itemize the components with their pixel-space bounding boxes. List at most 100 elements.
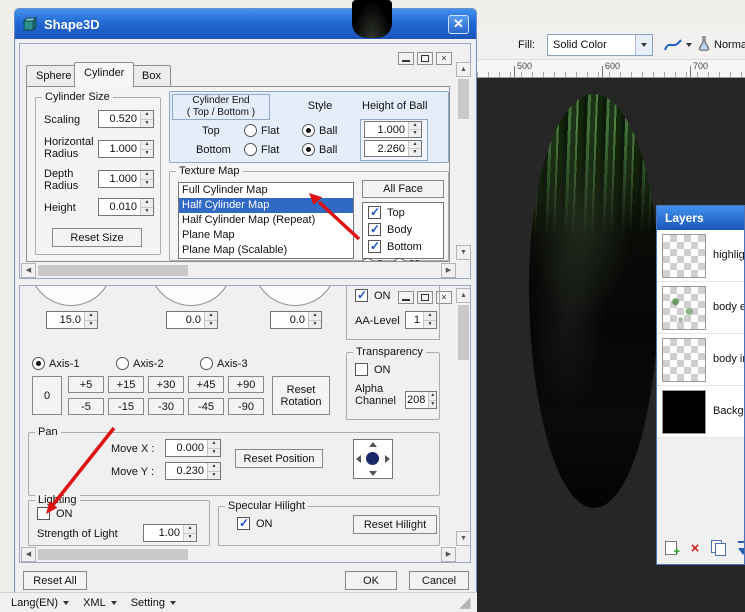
delete-layer-button[interactable]: × <box>685 538 705 558</box>
layer-row[interactable]: Background <box>657 386 744 438</box>
height-spinner[interactable]: 0.010 ▲ ▼ <box>98 198 154 216</box>
spin-down-icon[interactable]: ▼ <box>141 118 153 127</box>
face-body-checkbox[interactable] <box>368 222 381 236</box>
rotation-dial[interactable] <box>148 286 236 309</box>
spin-up-icon[interactable]: ▲ <box>409 141 421 148</box>
rotate-minus30-button[interactable]: -30 <box>148 398 184 415</box>
maximize-icon[interactable] <box>417 52 433 65</box>
setting-menu[interactable]: Setting <box>124 595 183 611</box>
rotate-plus15-button[interactable]: +15 <box>108 376 144 393</box>
top-ball-height-spinner[interactable]: 1.000 ▲ ▼ <box>364 121 422 138</box>
spin-up-icon[interactable]: ▲ <box>85 312 97 320</box>
chevron-down-icon[interactable] <box>635 35 652 55</box>
vertical-scrollbar[interactable]: ▲ ▼ <box>456 62 471 260</box>
spin-down-icon[interactable]: ▼ <box>141 148 153 157</box>
cancel-button[interactable]: Cancel <box>409 571 469 590</box>
specular-on-checkbox[interactable] <box>237 516 250 530</box>
all-face-button[interactable]: All Face <box>362 180 444 198</box>
xml-menu[interactable]: XML <box>76 595 124 611</box>
aa-on-checkbox[interactable] <box>355 288 368 302</box>
rotate-plus90-button[interactable]: +90 <box>228 376 264 393</box>
strength-of-light-spinner[interactable]: 1.00 ▲ ▼ <box>143 524 197 542</box>
blend-mode-label[interactable]: Normal <box>714 39 745 51</box>
reset-all-button[interactable]: Reset All <box>23 571 87 590</box>
move-y-spinner[interactable]: 0.230 ▲ ▼ <box>165 462 221 480</box>
reset-rotation-button[interactable]: Reset Rotation <box>272 376 330 415</box>
spin-down-icon[interactable]: ▼ <box>208 447 220 456</box>
spin-up-icon[interactable]: ▲ <box>184 525 196 533</box>
rotation-angle-2-spinner[interactable]: 0.0 ▲ ▼ <box>166 311 218 329</box>
chevron-down-icon[interactable] <box>686 43 692 47</box>
spin-down-icon[interactable]: ▼ <box>424 319 436 328</box>
horizontal-scrollbar[interactable]: ◀ ▶ <box>21 547 456 562</box>
spin-up-icon[interactable]: ▲ <box>141 111 153 119</box>
duplicate-layer-button[interactable] <box>709 538 729 558</box>
tab-cylinder[interactable]: Cylinder <box>74 62 135 87</box>
scroll-down-icon[interactable]: ▼ <box>456 245 471 260</box>
scroll-right-icon[interactable]: ▶ <box>441 263 456 278</box>
face-bottom-checkbox[interactable] <box>368 239 381 253</box>
close-icon[interactable]: ✕ <box>448 14 469 34</box>
list-item[interactable]: Half Cylinder Map (Repeat) <box>179 213 353 228</box>
scroll-up-icon[interactable]: ▲ <box>456 62 471 77</box>
layer-row[interactable]: body ext <box>657 282 744 334</box>
reset-position-button[interactable]: Reset Position <box>235 449 323 468</box>
alpha-channel-spinner[interactable]: 208 ▲ ▼ <box>405 391 437 409</box>
spin-up-icon[interactable]: ▲ <box>208 463 220 471</box>
axis-3-radio[interactable] <box>200 357 213 370</box>
scroll-left-icon[interactable]: ◀ <box>21 547 36 562</box>
spin-up-icon[interactable]: ▲ <box>409 122 421 129</box>
spin-down-icon[interactable]: ▼ <box>429 399 436 408</box>
axis-1-radio[interactable] <box>32 357 45 370</box>
resize-grip[interactable]: ◢ <box>459 593 471 611</box>
spin-down-icon[interactable]: ▼ <box>141 178 153 187</box>
transparency-on-checkbox[interactable] <box>355 363 368 376</box>
rotate-minus45-button[interactable]: -45 <box>188 398 224 415</box>
scroll-up-icon[interactable]: ▲ <box>456 288 470 303</box>
depth-radius-spinner[interactable]: 1.000 ▲ ▼ <box>98 170 154 188</box>
lang-menu[interactable]: Lang(EN) <box>4 595 76 611</box>
scrollbar-thumb[interactable] <box>38 265 188 276</box>
rotation-angle-3-spinner[interactable]: 0.0 ▲ ▼ <box>270 311 322 329</box>
scrollbar-thumb[interactable] <box>458 79 469 119</box>
rotation-angle-1-spinner[interactable]: 15.0 ▲ ▼ <box>46 311 98 329</box>
spin-down-icon[interactable]: ▼ <box>141 206 153 215</box>
layer-row[interactable]: body int <box>657 334 744 386</box>
spin-down-icon[interactable]: ▼ <box>409 148 421 156</box>
titlebar[interactable]: Shape3D ✕ <box>15 9 476 39</box>
spin-down-icon[interactable]: ▼ <box>309 319 321 328</box>
spin-down-icon[interactable]: ▼ <box>409 129 421 137</box>
spin-up-icon[interactable]: ▲ <box>205 312 217 320</box>
spin-up-icon[interactable]: ▲ <box>141 199 153 207</box>
ok-button[interactable]: OK <box>345 571 397 590</box>
lighting-on-checkbox[interactable] <box>37 507 50 520</box>
list-item-selected[interactable]: Half Cylinder Map <box>179 198 353 213</box>
spin-up-icon[interactable]: ▲ <box>208 440 220 448</box>
open-image-thumbnail[interactable] <box>352 0 392 38</box>
vertical-scrollbar[interactable]: ▲ ▼ <box>456 288 470 546</box>
close-icon[interactable]: × <box>436 52 452 65</box>
antialias-curve-icon[interactable] <box>663 37 683 53</box>
scroll-left-icon[interactable]: ◀ <box>21 263 36 278</box>
list-item[interactable]: Plane Map (Scalable) <box>179 243 353 258</box>
spin-down-icon[interactable]: ▼ <box>85 319 97 328</box>
bottom-ball-radio[interactable] <box>302 143 315 156</box>
rotate-plus5-button[interactable]: +5 <box>68 376 104 393</box>
minimize-icon[interactable] <box>398 52 414 65</box>
pan-joystick[interactable] <box>353 439 393 479</box>
top-flat-radio[interactable] <box>244 124 257 137</box>
fill-dropdown[interactable]: Solid Color <box>547 34 653 56</box>
layer-row[interactable]: highlight <box>657 230 744 282</box>
list-item[interactable]: Plane Map <box>179 228 353 243</box>
blend-mode-flask-icon[interactable] <box>697 36 711 52</box>
top-ball-radio[interactable] <box>302 124 315 137</box>
merge-layer-down-button[interactable] <box>733 538 744 558</box>
spin-down-icon[interactable]: ▼ <box>208 470 220 479</box>
scroll-down-icon[interactable]: ▼ <box>456 531 470 546</box>
reset-size-button[interactable]: Reset Size <box>52 228 142 247</box>
spin-up-icon[interactable]: ▲ <box>429 392 436 400</box>
rotation-dial[interactable] <box>252 286 340 309</box>
horizontal-scrollbar[interactable]: ◀ ▶ <box>21 263 456 278</box>
reset-hilight-button[interactable]: Reset Hilight <box>353 515 437 534</box>
bottom-ball-height-spinner[interactable]: 2.260 ▲ ▼ <box>364 140 422 157</box>
